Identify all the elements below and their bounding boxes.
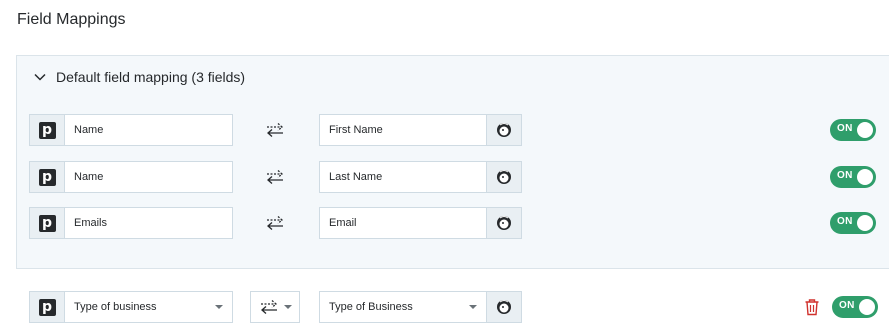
source-field[interactable]: p Emails bbox=[29, 207, 233, 239]
mapping-toggle[interactable]: ON bbox=[830, 119, 876, 141]
mailchimp-logo-icon bbox=[486, 115, 521, 145]
panel-collapse-toggle[interactable]: Default field mapping (3 fields) bbox=[33, 69, 245, 85]
source-field-label: Name bbox=[74, 171, 104, 183]
pipedrive-logo-icon: p bbox=[30, 162, 65, 192]
target-field[interactable]: Last Name bbox=[319, 161, 522, 193]
toggle-knob bbox=[857, 169, 873, 185]
mapping-row: p Name First Name ON bbox=[29, 114, 877, 146]
target-field-label: Type of Business bbox=[329, 301, 413, 313]
target-field-select[interactable]: Type of Business bbox=[319, 291, 522, 323]
toggle-knob bbox=[857, 122, 873, 138]
swap-arrows-icon bbox=[260, 300, 277, 314]
swap-arrows-icon bbox=[267, 123, 283, 137]
swap-arrows-icon bbox=[267, 216, 283, 230]
mapping-row: p Name Last Name ON bbox=[29, 161, 877, 193]
mailchimp-logo-icon bbox=[486, 208, 521, 238]
source-field-select[interactable]: p Type of business bbox=[29, 291, 233, 323]
chevron-down-icon bbox=[33, 70, 47, 84]
chevron-down-icon bbox=[283, 305, 292, 309]
mailchimp-logo-icon bbox=[486, 292, 521, 322]
target-field-label: Last Name bbox=[329, 171, 383, 183]
source-field-label: Type of business bbox=[74, 301, 157, 313]
panel-title: Default field mapping (3 fields) bbox=[56, 69, 246, 85]
target-field-label: First Name bbox=[329, 124, 383, 136]
custom-mapping-row: p Type of business Type of Business ON bbox=[29, 291, 878, 323]
target-field-label: Email bbox=[329, 217, 357, 229]
mapping-toggle[interactable]: ON bbox=[830, 212, 876, 234]
source-field-label: Emails bbox=[74, 217, 108, 229]
pipedrive-logo-icon: p bbox=[30, 115, 65, 145]
mailchimp-logo-icon bbox=[486, 162, 521, 192]
swap-arrows-icon bbox=[267, 170, 283, 184]
toggle-knob bbox=[859, 299, 875, 315]
pipedrive-logo-icon: p bbox=[30, 292, 65, 322]
source-field-label: Name bbox=[74, 124, 104, 136]
mapping-toggle[interactable]: ON bbox=[830, 166, 876, 188]
source-field[interactable]: p Name bbox=[29, 114, 233, 146]
mapping-toggle[interactable]: ON bbox=[832, 296, 878, 318]
pipedrive-logo-icon: p bbox=[30, 208, 65, 238]
toggle-knob bbox=[857, 215, 873, 231]
chevron-down-icon bbox=[469, 305, 477, 309]
trash-icon[interactable] bbox=[804, 298, 820, 316]
mapping-row: p Emails Email ON bbox=[29, 207, 877, 239]
chevron-down-icon bbox=[215, 305, 223, 309]
target-field[interactable]: Email bbox=[319, 207, 522, 239]
page-title: Field Mappings bbox=[17, 11, 126, 28]
target-field[interactable]: First Name bbox=[319, 114, 522, 146]
direction-select[interactable] bbox=[250, 291, 300, 323]
source-field[interactable]: p Name bbox=[29, 161, 233, 193]
